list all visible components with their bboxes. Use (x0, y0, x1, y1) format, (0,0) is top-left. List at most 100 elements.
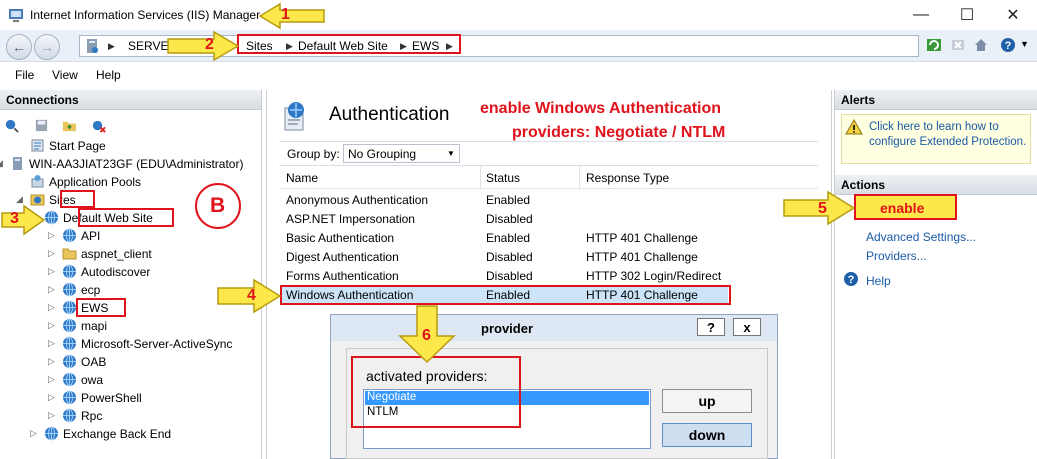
tree-item[interactable]: mapi (81, 319, 107, 333)
tree-expand-icon[interactable]: ▷ (48, 230, 55, 241)
down-button[interactable]: down (662, 423, 752, 447)
save-icon[interactable] (34, 118, 49, 133)
providers-list-highlight (351, 356, 521, 428)
tree-item[interactable]: Exchange Back End (63, 427, 171, 441)
callout-number-3: 3 (10, 210, 19, 227)
column-divider (579, 166, 580, 189)
tree-expand-icon[interactable]: ▷ (48, 356, 55, 367)
tree-collapse-icon[interactable]: ◢ (0, 158, 3, 169)
tree-expand-icon[interactable]: ▷ (48, 284, 55, 295)
table-row[interactable]: Forms Authentication Disabled HTTP 302 Log… (280, 266, 728, 285)
back-arrow-icon[interactable]: ← (6, 34, 32, 60)
table-header: Name Status Response Type (279, 166, 818, 189)
help-icon[interactable]: ? (1000, 37, 1016, 53)
globe-icon (63, 300, 76, 315)
globe-icon (63, 372, 76, 387)
globe-icon (63, 336, 76, 351)
tree-expand-icon[interactable]: ▷ (48, 320, 55, 331)
cell-status: Disabled (486, 269, 533, 283)
advanced-settings-link[interactable]: Advanced Settings... (866, 230, 976, 244)
dialog-close-button[interactable]: x (733, 318, 761, 336)
connect-icon[interactable] (4, 118, 19, 133)
cell-response: HTTP 302 Login/Redirect (586, 269, 722, 283)
maximize-button[interactable]: ☐ (944, 0, 990, 30)
table-row[interactable]: Basic Authentication Enabled HTTP 401 Chal… (280, 228, 728, 247)
breadcrumb-highlight (237, 34, 461, 54)
tree-expand-icon[interactable]: ▷ (48, 338, 55, 349)
navigation-bar: ← → ▶ SERVE Sites ▶ Default Web Site ▶ E… (0, 30, 1037, 62)
globe-icon (63, 390, 76, 405)
stop-icon[interactable] (950, 37, 966, 53)
close-button[interactable]: ✕ (990, 0, 1036, 30)
menu-bar: File View Help (0, 62, 1037, 86)
tree-item[interactable]: WIN-AA3JIAT23GF (EDU\Administrator) (29, 157, 243, 171)
callout-arrow-2 (167, 30, 240, 62)
disconnect-icon[interactable] (91, 118, 106, 133)
windows-auth-highlight (280, 285, 731, 305)
alerts-header: Alerts (835, 90, 1037, 110)
extended-protection-link[interactable]: Click here to learn how to configure Ext… (869, 120, 1029, 150)
tree-item[interactable]: owa (81, 373, 103, 387)
cell-status: Enabled (486, 231, 531, 245)
help-icon: ? (844, 272, 858, 286)
menu-file[interactable]: File (15, 68, 34, 82)
folder-up-icon[interactable] (62, 118, 77, 133)
svg-text:?: ? (1005, 40, 1012, 52)
table-row[interactable]: ASP.NET Impersonation Disabled (280, 209, 728, 228)
enable-label: enable (880, 200, 925, 216)
globe-icon (63, 318, 76, 333)
table-row[interactable]: Anonymous Authentication Enabled (280, 190, 728, 209)
tree-item[interactable]: ecp (81, 283, 100, 297)
help-dropdown-chevron-icon[interactable]: ▼ (1020, 39, 1029, 49)
tree-expand-icon[interactable]: ▷ (48, 392, 55, 403)
column-name[interactable]: Name (286, 171, 318, 185)
enable-action[interactable]: enable (854, 194, 957, 220)
column-status[interactable]: Status (486, 171, 520, 185)
window-title: Internet Information Services (IIS) Mana… (30, 8, 261, 22)
home-icon[interactable] (973, 37, 989, 53)
tree-item[interactable]: Application Pools (49, 175, 141, 189)
refresh-icon[interactable] (926, 37, 942, 53)
cell-name: Forms Authentication (286, 269, 399, 283)
cell-status: Disabled (486, 250, 533, 264)
help-link[interactable]: Help (866, 274, 891, 288)
group-by-select[interactable]: No Grouping ▼ (343, 144, 460, 163)
crumb-separator: ▶ (108, 41, 115, 51)
callout-number-4: 4 (247, 287, 256, 304)
dialog-help-button[interactable]: ? (697, 318, 725, 336)
menu-help[interactable]: Help (96, 68, 121, 82)
forward-arrow-icon[interactable]: → (34, 34, 60, 60)
column-response-type[interactable]: Response Type (586, 171, 669, 185)
tree-item[interactable]: API (81, 229, 100, 243)
tree-item[interactable]: Autodiscover (81, 265, 150, 279)
table-row[interactable]: Digest Authentication Disabled HTTP 401 Ch… (280, 247, 728, 266)
tree-item[interactable]: aspnet_client (81, 247, 152, 261)
tree-item[interactable]: OAB (81, 355, 106, 369)
providers-link[interactable]: Providers... (866, 249, 927, 263)
app-pools-icon (31, 175, 44, 188)
breadcrumb-server[interactable]: SERVE (128, 39, 168, 53)
up-button[interactable]: up (662, 389, 752, 413)
cell-status: Enabled (486, 193, 531, 207)
minimize-button[interactable]: — (898, 0, 944, 30)
tree-item[interactable]: Microsoft-Server-ActiveSync (81, 337, 232, 351)
tree-item[interactable]: Start Page (49, 139, 106, 153)
tree-item[interactable]: PowerShell (81, 391, 142, 405)
dialog-title: provider (481, 321, 534, 336)
ews-highlight (76, 298, 126, 317)
callout-arrow-1 (258, 2, 325, 30)
tree-expand-icon[interactable]: ▷ (30, 428, 37, 439)
tree-expand-icon[interactable]: ▷ (48, 266, 55, 277)
menu-view[interactable]: View (52, 68, 78, 82)
group-by-value: No Grouping (348, 147, 417, 161)
tree-expand-icon[interactable]: ▷ (48, 302, 55, 313)
svg-text:?: ? (848, 274, 855, 286)
badge-b: B (195, 183, 241, 229)
tree-expand-icon[interactable]: ▷ (48, 374, 55, 385)
callout-arrow-3 (1, 204, 46, 236)
tree-expand-icon[interactable]: ▷ (48, 248, 55, 259)
tree-expand-icon[interactable]: ▷ (48, 410, 55, 421)
default-web-site-highlight (78, 208, 174, 227)
tree-item[interactable]: Rpc (81, 409, 102, 423)
server-icon (13, 157, 22, 170)
